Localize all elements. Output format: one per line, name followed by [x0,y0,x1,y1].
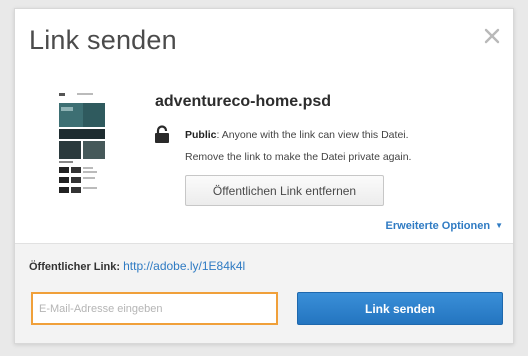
advanced-options-link[interactable]: Erweiterte Optionen ▼ [386,220,503,232]
file-name: adventureco-home.psd [155,93,332,110]
remove-public-link-button[interactable]: Öffentlichen Link entfernen [185,175,384,206]
public-link-row: Öffentlicher Link: http://adobe.ly/1E84k… [29,259,245,273]
caret-down-icon: ▼ [495,221,503,230]
dialog-title: Link senden [29,25,177,55]
lock-icon [154,125,170,143]
permission-hint: Remove the link to make the Datei privat… [185,151,412,163]
email-input[interactable] [31,292,278,325]
permission-label: Public [185,129,217,141]
permission-description: Public: Anyone with the link can view th… [185,129,409,141]
send-link-button[interactable]: Link senden [297,292,503,325]
dialog-footer: Öffentlicher Link: http://adobe.ly/1E84k… [15,243,513,343]
advanced-options-label: Erweiterte Optionen [385,220,491,232]
send-link-dialog: Link senden adventureco-home.psd Public:… [14,8,514,344]
file-thumbnail-icon [55,89,119,197]
public-link-url[interactable]: http://adobe.ly/1E84k4l [123,259,245,273]
permission-text: : Anyone with the link can view this Dat… [216,129,409,141]
close-icon[interactable] [481,25,503,47]
public-link-label: Öffentlicher Link: [29,261,121,273]
